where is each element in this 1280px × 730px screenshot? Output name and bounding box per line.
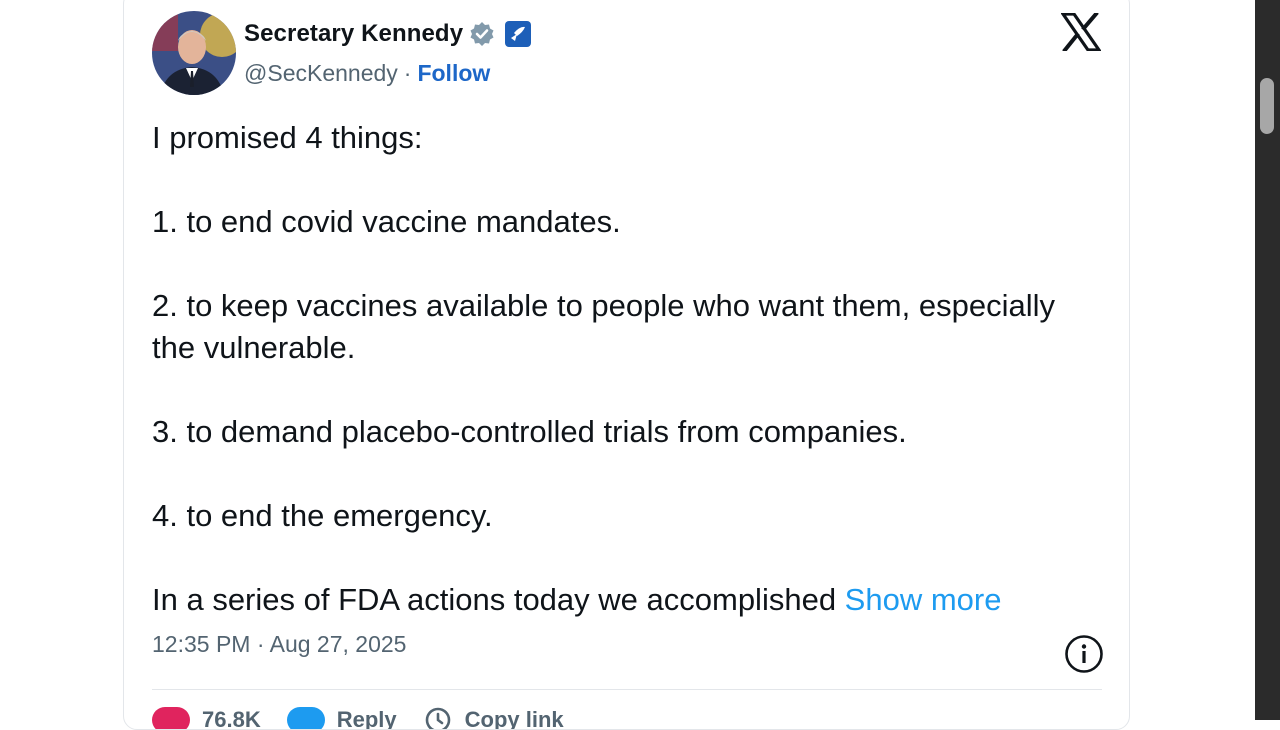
tweet-truncated-text: In a series of FDA actions today we acco…	[152, 582, 845, 617]
separator-dot: ·	[403, 60, 412, 86]
author-handle[interactable]: @SecKennedy	[244, 60, 398, 87]
author-display-name[interactable]: Secretary Kennedy	[244, 20, 463, 48]
actions-divider	[152, 689, 1102, 690]
reply-icon	[286, 707, 325, 729]
author-name-row: Secretary Kennedy	[244, 20, 532, 48]
tweet-item-4: 4. to end the emergency.	[152, 498, 493, 533]
link-icon	[423, 705, 453, 729]
tweet-timestamp[interactable]: 12:35 PM · Aug 27, 2025	[152, 631, 406, 658]
tweet-item-1: 1. to end covid vaccine mandates.	[152, 204, 621, 239]
tweet-truncated-line: In a series of FDA actions today we acco…	[152, 579, 1102, 621]
tweet-intro: I promised 4 things:	[152, 120, 423, 155]
author-handle-row: @SecKennedy · Follow	[244, 60, 490, 87]
tweet-text: I promised 4 things: 1. to end covid vac…	[152, 117, 1102, 621]
tweet-item-3: 3. to demand placebo-controlled trials f…	[152, 414, 907, 449]
page-scrollbar-thumb[interactable]	[1260, 78, 1274, 134]
heart-icon	[152, 707, 190, 729]
author-avatar[interactable]	[152, 11, 236, 95]
show-more-link[interactable]: Show more	[845, 582, 1002, 617]
like-count: 76.8K	[202, 707, 261, 730]
reply-label: Reply	[336, 707, 397, 730]
copy-link-button[interactable]: Copy link	[423, 705, 564, 730]
follow-button[interactable]: Follow	[417, 60, 490, 87]
hhs-affiliate-icon[interactable]	[505, 21, 532, 47]
tweet-actions: 76.8K Reply Copy link	[152, 705, 590, 730]
verified-badge-icon	[469, 21, 495, 47]
copy-link-label: Copy link	[464, 707, 564, 730]
tweet-card: Secretary Kennedy @SecKennedy · Follow I	[123, 0, 1130, 730]
info-icon[interactable]	[1064, 634, 1104, 679]
x-logo-icon[interactable]	[1059, 11, 1103, 56]
reply-button[interactable]: Reply	[286, 707, 397, 730]
tweet-item-2: 2. to keep vaccines available to people …	[152, 288, 1055, 365]
like-button[interactable]: 76.8K	[152, 707, 261, 730]
